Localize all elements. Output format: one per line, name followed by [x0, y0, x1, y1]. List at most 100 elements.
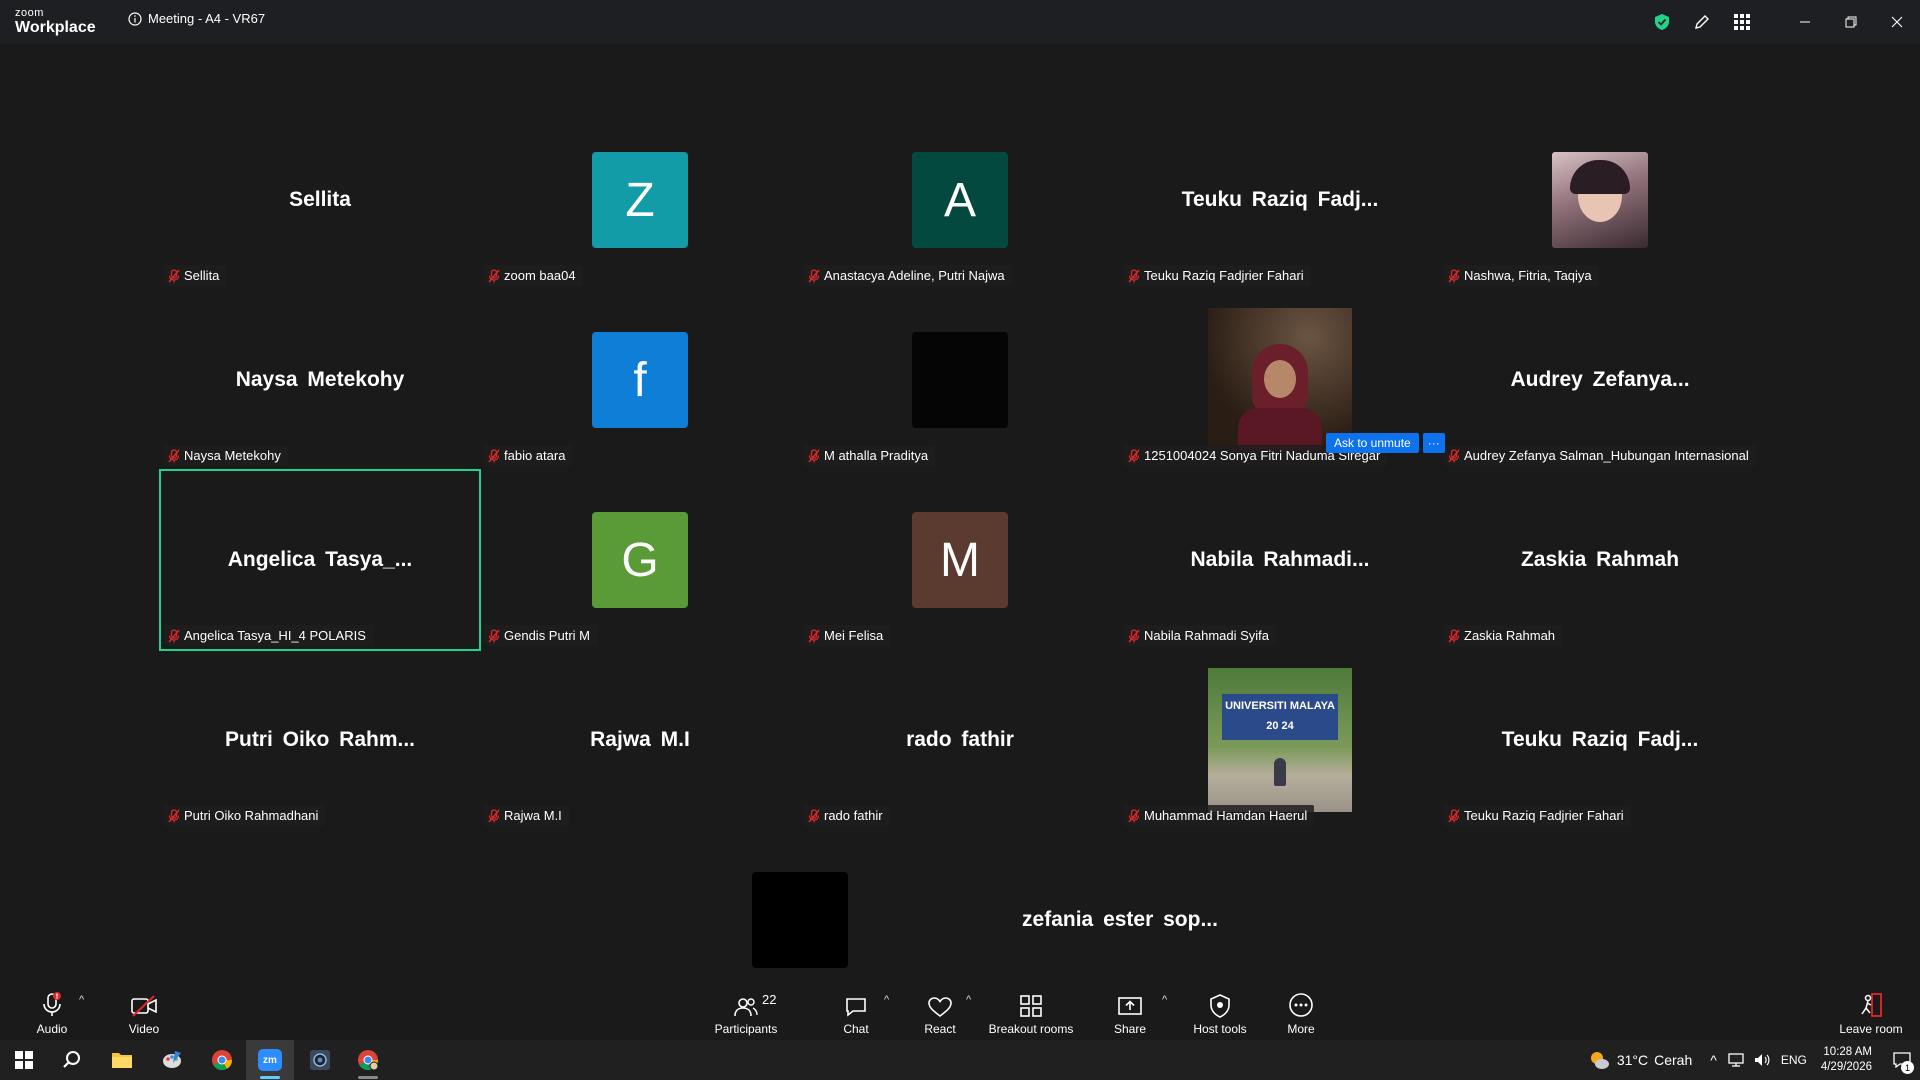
muted-mic-icon — [808, 268, 820, 282]
muted-mic-icon — [168, 268, 180, 282]
participant-display-name: Zaskia Rahmah — [1520, 548, 1680, 571]
audio-button[interactable]: Audio — [32, 986, 72, 1036]
participant-tile[interactable]: M athalla Praditya — [800, 290, 1120, 470]
participant-tile[interactable]: A Anastacya Adeline, Putri Najwa — [800, 110, 1120, 290]
close-icon — [1891, 16, 1903, 28]
participant-name-label: zoom baa04 — [484, 265, 583, 286]
chrome-profile-button[interactable] — [344, 1040, 392, 1080]
participant-display-name: Audrey Zefanya... — [1510, 368, 1690, 391]
video-button[interactable]: Video — [124, 986, 164, 1036]
participant-tile[interactable]: Sellita Sellita — [160, 110, 480, 290]
participant-tile[interactable]: Nashwa, Fitria, Taqiya — [1440, 110, 1760, 290]
participant-tile[interactable]: Naysa Metekohy Naysa Metekohy — [160, 290, 480, 470]
participant-name-label: Putri Oiko Rahmadhani — [164, 805, 326, 826]
chrome-profile-icon — [358, 1050, 379, 1071]
participant-name-label: Nabila Rahmadi Syifa — [1124, 625, 1277, 646]
participant-tile[interactable]: M Mei Felisa — [800, 470, 1120, 650]
encryption-shield-icon[interactable] — [1642, 0, 1682, 44]
language-indicator[interactable]: ENG — [1781, 1053, 1807, 1067]
muted-mic-icon — [1448, 448, 1460, 462]
search-icon — [63, 1051, 80, 1068]
participant-name-label: Naysa Metekohy — [164, 445, 288, 466]
notifications-button[interactable]: 1 — [1884, 1040, 1920, 1080]
apps-grid-icon[interactable] — [1722, 0, 1762, 44]
participant-avatar: G — [592, 512, 688, 608]
annotate-pen-icon[interactable] — [1682, 0, 1722, 44]
participant-name-label: Nashwa, Fitria, Taqiya — [1444, 265, 1599, 286]
zoom-taskbar-button[interactable]: zm — [246, 1040, 294, 1080]
minimize-button[interactable] — [1782, 0, 1828, 44]
restore-icon — [1845, 16, 1857, 28]
video-off-icon — [131, 995, 157, 1017]
participant-tile[interactable]: Zaskia Rahmah Zaskia Rahmah — [1440, 470, 1760, 650]
ask-to-unmute-popup: Ask to unmute ··· — [1326, 433, 1445, 453]
close-button[interactable] — [1874, 0, 1920, 44]
show-hidden-icons-chevron-icon[interactable]: ^ — [1710, 1052, 1717, 1068]
participant-name-label: Angelica Tasya_HI_4 POLARIS — [164, 625, 373, 646]
ask-to-unmute-button[interactable]: Ask to unmute — [1326, 433, 1419, 453]
clock[interactable]: 10:28 AM 4/29/2026 — [1821, 1045, 1872, 1075]
network-icon[interactable] — [1727, 1052, 1745, 1068]
participant-display-name: rado fathir — [906, 728, 1014, 751]
partly-cloudy-icon — [1590, 1052, 1609, 1069]
more-button[interactable]: More — [1281, 986, 1321, 1036]
participant-tile[interactable]: UNIVERSITI MALAYA 20 24 Muhammad Hamdan H… — [1120, 650, 1440, 830]
muted-mic-icon — [1448, 268, 1460, 282]
title-bar: zoom Workplace Meeting - A4 - VR67 — [0, 0, 1920, 44]
muted-mic-icon — [488, 268, 500, 282]
info-icon[interactable] — [128, 11, 142, 26]
heart-icon — [928, 997, 952, 1018]
participant-display-name: zefania ester sop... — [1022, 908, 1218, 931]
audio-options-chevron-icon[interactable]: ^ — [79, 994, 84, 1006]
chrome-button[interactable] — [198, 1040, 246, 1080]
participant-tile[interactable]: f fabio atara — [480, 290, 800, 470]
leave-room-button[interactable]: Leave room — [1836, 986, 1906, 1036]
system-tray: 31°C Cerah ^ ENG 10:28 AM 4/29/2026 1 — [1587, 1040, 1920, 1080]
participant-tile[interactable]: Nabila Rahmadi... Nabila Rahmadi Syifa — [1120, 470, 1440, 650]
participant-tile[interactable]: rado fathir rado fathir — [800, 650, 1120, 830]
participant-tile[interactable]: Teuku Raziq Fadj... Teuku Raziq Fadjrier … — [1440, 650, 1760, 830]
search-button[interactable] — [48, 1040, 96, 1080]
host-tools-button[interactable]: Host tools — [1190, 986, 1250, 1036]
share-button[interactable]: Share — [1110, 986, 1150, 1036]
participant-tile[interactable]: Putri Oiko Rahm... Putri Oiko Rahmadhani — [160, 650, 480, 830]
start-button[interactable] — [0, 1040, 48, 1080]
windows-taskbar: zm 31°C Cerah ^ ENG 10:28 AM 4/29/2026 1 — [0, 1040, 1920, 1080]
microphone-muted-icon — [43, 992, 61, 1016]
react-options-chevron-icon[interactable]: ^ — [966, 994, 971, 1006]
participant-tile[interactable]: Teuku Raziq Fadj... Teuku Raziq Fadjrier … — [1120, 110, 1440, 290]
file-explorer-button[interactable] — [98, 1040, 146, 1080]
share-options-chevron-icon[interactable]: ^ — [1162, 994, 1167, 1006]
chat-button[interactable]: Chat — [836, 986, 876, 1036]
participant-name-label: Sellita — [164, 265, 227, 286]
paint-app-button[interactable] — [148, 1040, 196, 1080]
participant-display-name: Teuku Raziq Fadj... — [1181, 188, 1379, 211]
participant-tile[interactable]: Angelica Tasya_... Angelica Tasya_HI_4 PO… — [159, 469, 481, 651]
muted-mic-icon — [488, 808, 500, 822]
participant-tile[interactable]: Rajwa M.I Rajwa M.I — [480, 650, 800, 830]
participant-tile[interactable]: Zzoom baa04 — [480, 110, 800, 290]
muted-mic-icon — [168, 448, 180, 462]
camera-app-button[interactable] — [296, 1040, 344, 1080]
participant-name-label: M athalla Praditya — [804, 445, 936, 466]
host-tools-shield-icon — [1210, 994, 1230, 1018]
muted-mic-icon — [808, 808, 820, 822]
meeting-info[interactable]: Meeting - A4 - VR67 — [128, 11, 265, 26]
muted-mic-icon — [488, 628, 500, 642]
muted-mic-icon — [168, 628, 180, 642]
breakout-rooms-button[interactable]: Breakout rooms — [986, 986, 1076, 1036]
participant-display-name: Naysa Metekohy — [235, 368, 405, 391]
participant-more-button[interactable]: ··· — [1422, 433, 1445, 453]
chat-options-chevron-icon[interactable]: ^ — [884, 994, 889, 1006]
volume-icon[interactable] — [1753, 1052, 1771, 1068]
participant-tile[interactable]: G Gendis Putri M — [480, 470, 800, 650]
muted-mic-icon — [1128, 628, 1140, 642]
muted-mic-icon — [1128, 268, 1140, 282]
restore-button[interactable] — [1828, 0, 1874, 44]
participant-profile-photo — [1208, 308, 1352, 452]
react-button[interactable]: React — [920, 986, 960, 1036]
minimize-icon — [1800, 21, 1810, 23]
participants-count: 22 — [762, 992, 777, 1007]
weather-widget[interactable]: 31°C Cerah — [1587, 1049, 1692, 1071]
participant-tile[interactable]: Audrey Zefanya... Audrey Zefanya Salman_H… — [1440, 290, 1760, 470]
